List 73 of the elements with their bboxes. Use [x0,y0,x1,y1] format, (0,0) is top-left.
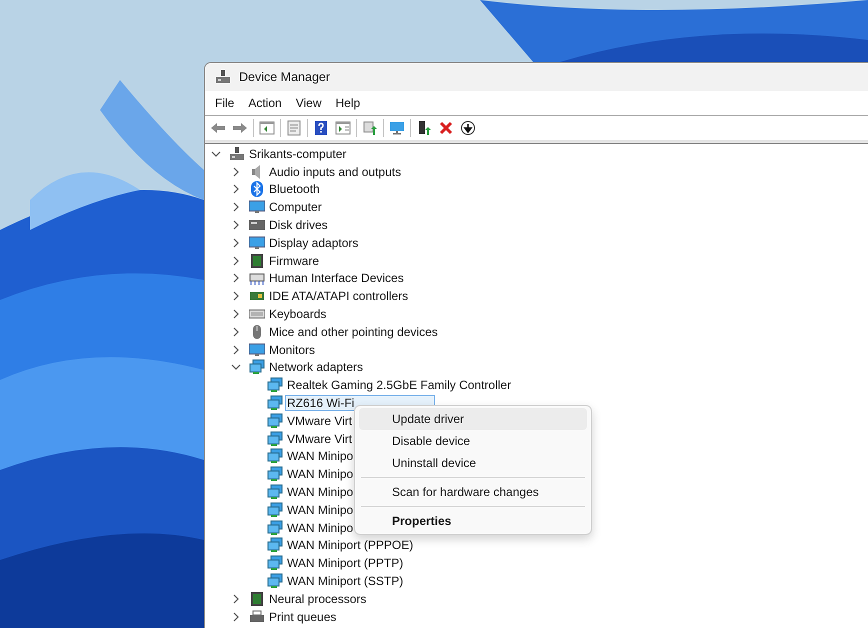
tree-item[interactable]: Srikants-computer [248,148,348,160]
network-icon [267,412,283,429]
tree-item[interactable]: WAN Minipo [286,522,354,534]
chip-icon [249,252,265,269]
menu-item[interactable]: Update driver [359,408,587,430]
chevron-icon[interactable] [231,166,241,177]
chevron-icon[interactable] [231,220,241,230]
tree-item[interactable]: WAN Minipo [286,468,354,480]
chevron-icon[interactable] [231,344,241,355]
menu-item[interactable]: File [209,94,240,112]
chip-icon [249,590,265,607]
bluetooth-icon [249,181,265,198]
tree-item[interactable]: WAN Miniport (PPTP) [286,557,404,570]
menu-item[interactable]: Scan for hardware changes [359,481,587,503]
chevron-icon[interactable] [231,594,241,604]
tree-item[interactable]: Keyboards [268,308,328,320]
chevron-icon[interactable] [231,184,241,194]
tree-item[interactable]: Neural processors [268,592,368,605]
chevron-icon[interactable] [211,148,221,159]
network-icon [249,359,265,376]
network-icon [267,466,283,482]
menu-item[interactable]: Help [330,94,366,112]
monitor-icon [249,199,265,216]
chevron-icon[interactable] [231,273,241,284]
monitor-icon [249,234,265,251]
menu-item[interactable]: View [290,94,328,112]
computer-icon [229,146,245,162]
network-icon [267,555,283,572]
network-icon [267,395,283,412]
tree-item[interactable]: Network adapters [268,361,364,374]
tree-item[interactable]: Human Interface Devices [268,272,405,284]
tree-item[interactable]: WAN Miniport (SSTP) [286,575,404,588]
tree-item[interactable]: WAN Miniport (PPPOE) [286,539,414,552]
tree-item[interactable]: Monitors [268,344,316,356]
tree-item[interactable]: WAN Minipo [286,504,354,516]
network-icon [267,537,283,554]
chevron-icon[interactable] [231,256,241,266]
network-icon [267,377,283,394]
menu-item[interactable]: Properties [359,510,587,532]
network-icon [267,520,283,536]
chevron-icon[interactable] [231,202,241,212]
tree-item[interactable]: WAN Minipo [286,450,354,462]
network-icon [267,573,283,590]
tree-item[interactable]: Display adaptors [268,236,360,249]
tree-item[interactable]: Firmware [268,254,320,267]
monitor-icon [249,342,265,358]
tree-item[interactable]: VMware Virt [286,432,354,445]
tree-item[interactable]: Audio inputs and outputs [268,166,402,178]
computer-icon [215,69,231,85]
chevron-icon[interactable] [231,326,241,337]
tree-item[interactable]: Mice and other pointing devices [268,326,439,338]
menu-item[interactable]: Action [242,94,288,112]
network-icon [267,502,283,518]
chevron-icon[interactable] [231,362,241,372]
tree-item[interactable]: Print queues [268,610,338,623]
tree-item[interactable]: Disk drives [268,219,329,232]
network-icon [267,430,283,447]
tree-item[interactable]: VMware Virt [286,414,354,427]
menu-item[interactable]: Uninstall device [359,452,587,474]
network-icon [267,484,283,500]
tree-item[interactable]: WAN Minipo [286,486,354,498]
network-icon [267,448,283,464]
tree-item[interactable]: IDE ATA/ATAPI controllers [268,290,410,302]
chevron-icon[interactable] [231,309,241,320]
tree-item[interactable]: Bluetooth [268,183,321,196]
tree-item[interactable]: Computer [268,201,323,214]
window-title: Device Manager [239,70,330,84]
menu-item[interactable]: Disable device [359,430,587,452]
chevron-icon[interactable] [231,291,241,302]
printer-icon [249,608,265,625]
tree-item[interactable]: Realtek Gaming 2.5GbE Family Controller [286,379,512,392]
chevron-icon[interactable] [231,612,241,622]
chevron-icon[interactable] [231,238,241,248]
